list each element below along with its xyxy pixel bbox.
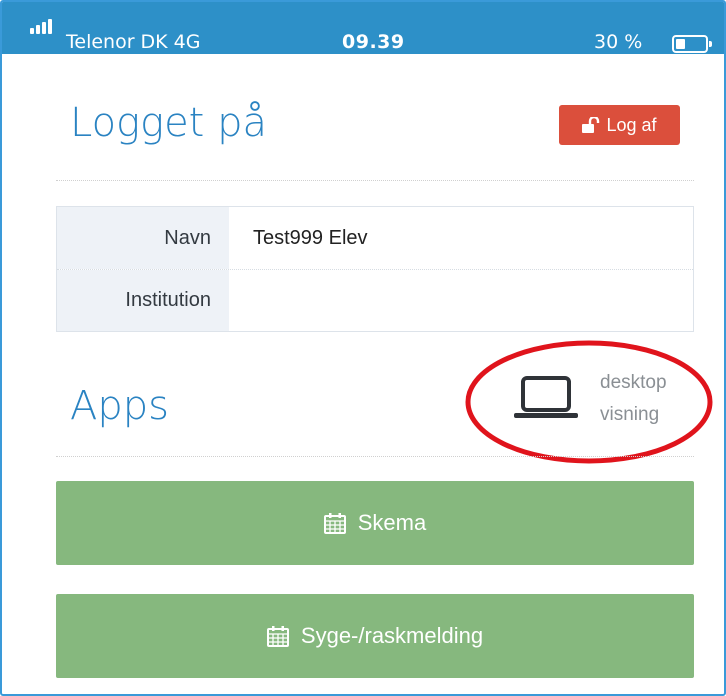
battery-percent: 30 %	[594, 31, 643, 53]
name-value: Test999 Elev	[253, 226, 368, 249]
divider	[56, 456, 694, 457]
status-time: 09.39	[342, 31, 405, 53]
institution-value	[229, 270, 693, 331]
battery-icon	[672, 35, 712, 53]
desktop-view-label-2: visning	[600, 404, 660, 425]
divider	[56, 180, 694, 181]
name-label: Navn	[57, 207, 229, 269]
skema-label: Skema	[357, 510, 427, 535]
desktop-view-link[interactable]: desktop visning	[514, 370, 694, 434]
unlock-icon	[582, 117, 600, 133]
logout-button[interactable]: Log af	[559, 105, 680, 145]
skema-button[interactable]: Skema	[56, 481, 694, 565]
calendar-icon	[266, 626, 289, 647]
laptop-icon	[514, 376, 578, 418]
institution-label: Institution	[57, 270, 229, 331]
profile-table: Navn Test999 Elev Institution	[56, 206, 694, 332]
table-row: Navn Test999 Elev	[57, 207, 693, 269]
status-bar: Telenor DK 4G 09.39 30 %	[2, 2, 724, 54]
carrier-label: Telenor DK 4G	[66, 31, 201, 53]
sick-report-label: Syge-/raskmelding	[300, 623, 484, 648]
desktop-view-label: desktop	[600, 372, 667, 393]
calendar-icon	[323, 513, 346, 534]
sick-report-button[interactable]: Syge-/raskmelding	[56, 594, 694, 678]
app-frame: Telenor DK 4G 09.39 30 % Logget på Log a…	[0, 0, 726, 696]
table-row: Institution	[57, 269, 693, 331]
apps-title: Apps	[70, 383, 169, 429]
logout-label: Log af	[606, 114, 657, 135]
page-title: Logget på	[70, 100, 267, 146]
